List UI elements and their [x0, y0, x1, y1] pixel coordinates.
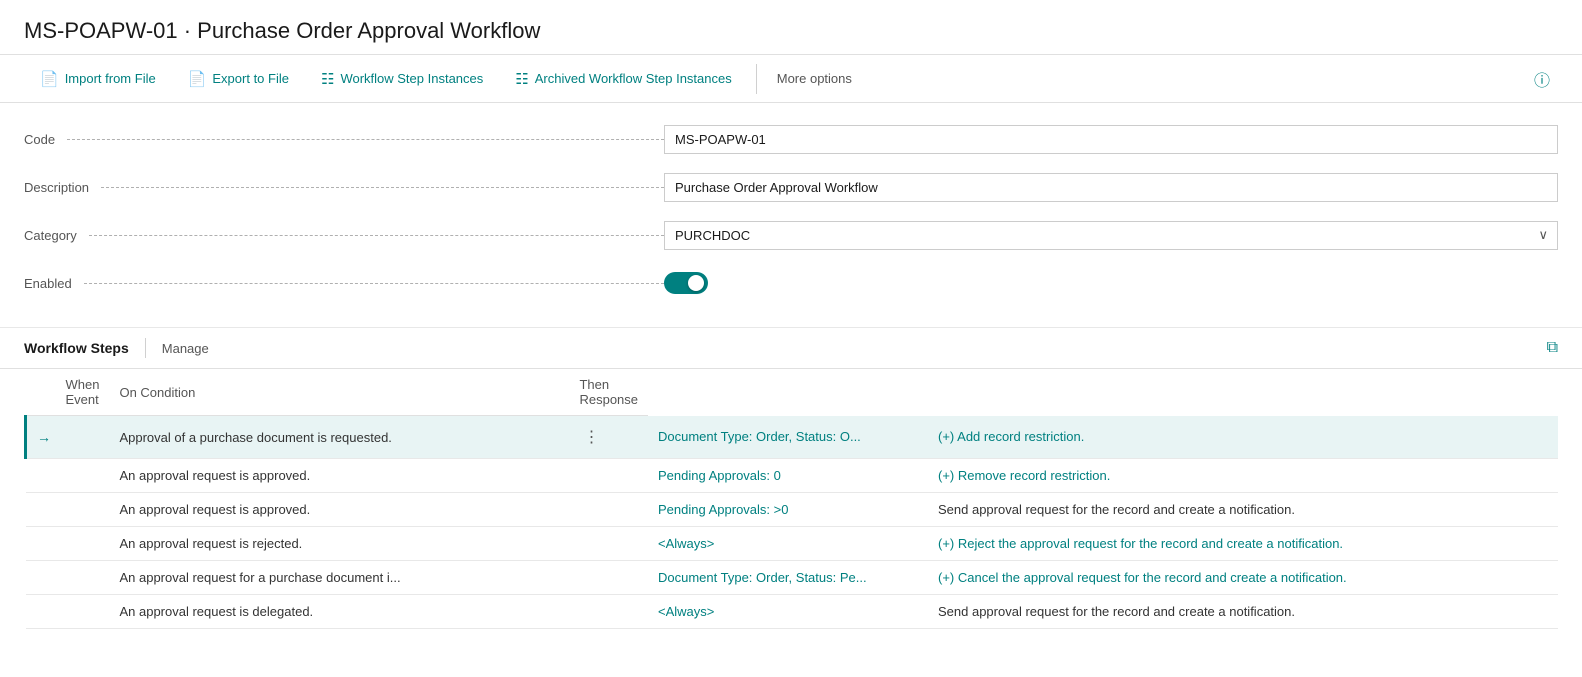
row-dots	[569, 561, 648, 595]
code-input[interactable]	[664, 125, 1558, 154]
response-link[interactable]: (+) Add record restriction.	[938, 429, 1084, 444]
row-when-event: Approval of a purchase document is reque…	[109, 416, 569, 459]
row-arrow: →	[26, 416, 110, 459]
row-condition: Document Type: Order, Status: O...	[648, 416, 928, 459]
page-title: MS-POAPW-01 · Purchase Order Approval Wo…	[0, 0, 1582, 55]
row-response: Send approval request for the record and…	[928, 595, 1558, 629]
row-arrow	[26, 595, 110, 629]
condition-link[interactable]: Pending Approvals: 0	[658, 468, 781, 483]
table-row[interactable]: An approval request is approved. Pending…	[26, 493, 1559, 527]
response-link[interactable]: (+) Cancel the approval request for the …	[938, 570, 1347, 585]
table-row[interactable]: An approval request is rejected. <Always…	[26, 527, 1559, 561]
condition-link[interactable]: <Always>	[658, 536, 714, 551]
category-label: Category	[24, 228, 664, 243]
row-response: Send approval request for the record and…	[928, 493, 1558, 527]
enabled-row: Enabled	[24, 263, 1558, 303]
form-section: Code Description Category PURCHDOC En	[0, 103, 1582, 328]
category-select-wrapper: PURCHDOC	[664, 221, 1558, 250]
row-when-event: An approval request is rejected.	[109, 527, 569, 561]
table-row[interactable]: An approval request is delegated. <Alway…	[26, 595, 1559, 629]
row-arrow	[26, 561, 110, 595]
code-row: Code	[24, 119, 1558, 159]
expand-icon[interactable]: ⧉	[1547, 339, 1558, 357]
action-bar-divider	[756, 64, 757, 94]
toggle-track	[664, 272, 708, 294]
response-link[interactable]: (+) Remove record restriction.	[938, 468, 1110, 483]
table-row[interactable]: → Approval of a purchase document is req…	[26, 416, 1559, 459]
workflow-steps-title: Workflow Steps	[24, 340, 129, 356]
workflow-table: When Event On Condition Then Response → …	[24, 369, 1558, 629]
description-label: Description	[24, 180, 664, 195]
enabled-toggle-wrapper	[664, 272, 1558, 294]
header-then-response: Then Response	[569, 369, 648, 416]
table-header: When Event On Condition Then Response	[26, 369, 1559, 416]
row-dots	[569, 459, 648, 493]
enabled-toggle[interactable]	[664, 272, 708, 294]
table-body: → Approval of a purchase document is req…	[26, 416, 1559, 629]
workflow-steps-header: Workflow Steps Manage ⧉	[0, 328, 1582, 369]
row-condition: <Always>	[648, 595, 928, 629]
row-arrow	[26, 527, 110, 561]
condition-link[interactable]: Pending Approvals: >0	[658, 502, 788, 517]
toggle-thumb	[688, 275, 704, 291]
condition-link[interactable]: <Always>	[658, 604, 714, 619]
row-dots	[569, 595, 648, 629]
code-label: Code	[24, 132, 664, 147]
header-on-condition: On Condition	[109, 369, 569, 416]
row-response: (+) Reject the approval request for the …	[928, 527, 1558, 561]
import-icon: 📄	[40, 70, 59, 88]
row-when-event: An approval request is approved.	[109, 459, 569, 493]
code-field-wrapper	[664, 125, 1558, 154]
row-response: (+) Cancel the approval request for the …	[928, 561, 1558, 595]
action-bar: 📄 Import from File 📄 Export to File ☷ Wo…	[0, 55, 1582, 103]
table-row[interactable]: An approval request is approved. Pending…	[26, 459, 1559, 493]
description-row: Description	[24, 167, 1558, 207]
condition-link[interactable]: Document Type: Order, Status: Pe...	[658, 570, 867, 585]
row-arrow	[26, 493, 110, 527]
row-arrow	[26, 459, 110, 493]
description-input[interactable]	[664, 173, 1558, 202]
workflow-steps-divider	[145, 338, 146, 358]
table-icon-2: ☷	[515, 70, 528, 88]
row-when-event: An approval request is delegated.	[109, 595, 569, 629]
row-condition: Pending Approvals: 0	[648, 459, 928, 493]
header-when-event: When Event	[26, 369, 110, 416]
row-condition: <Always>	[648, 527, 928, 561]
category-field-wrapper: PURCHDOC	[664, 221, 1558, 250]
manage-button[interactable]: Manage	[162, 341, 209, 356]
archived-workflow-step-instances-button[interactable]: ☷ Archived Workflow Step Instances	[499, 55, 747, 102]
table-row[interactable]: An approval request for a purchase docum…	[26, 561, 1559, 595]
row-when-event: An approval request is approved.	[109, 493, 569, 527]
row-when-event: An approval request for a purchase docum…	[109, 561, 569, 595]
export-to-file-button[interactable]: 📄 Export to File	[172, 55, 305, 102]
table-wrapper: When Event On Condition Then Response → …	[0, 369, 1582, 629]
row-response: (+) Remove record restriction.	[928, 459, 1558, 493]
row-dots	[569, 527, 648, 561]
row-condition: Pending Approvals: >0	[648, 493, 928, 527]
row-condition: Document Type: Order, Status: Pe...	[648, 561, 928, 595]
category-select[interactable]: PURCHDOC	[664, 221, 1558, 250]
export-icon: 📄	[188, 70, 207, 88]
info-icon: ⓘ	[1534, 73, 1550, 90]
response-link[interactable]: (+) Reject the approval request for the …	[938, 536, 1343, 551]
condition-link[interactable]: Document Type: Order, Status: O...	[658, 429, 861, 444]
enabled-label: Enabled	[24, 276, 664, 291]
workflow-step-instances-button[interactable]: ☷ Workflow Step Instances	[305, 55, 499, 102]
info-button[interactable]: ⓘ	[1526, 67, 1558, 91]
enabled-field-wrapper	[664, 272, 1558, 294]
row-dots-button[interactable]: ⋮	[579, 425, 603, 449]
import-from-file-button[interactable]: 📄 Import from File	[24, 55, 172, 102]
more-options-button[interactable]: More options	[765, 71, 864, 86]
category-row: Category PURCHDOC	[24, 215, 1558, 255]
row-dots: ⋮	[569, 416, 648, 459]
row-response: (+) Add record restriction.	[928, 416, 1558, 459]
page: MS-POAPW-01 · Purchase Order Approval Wo…	[0, 0, 1582, 677]
description-field-wrapper	[664, 173, 1558, 202]
table-icon-1: ☷	[321, 70, 334, 88]
row-dots	[569, 493, 648, 527]
